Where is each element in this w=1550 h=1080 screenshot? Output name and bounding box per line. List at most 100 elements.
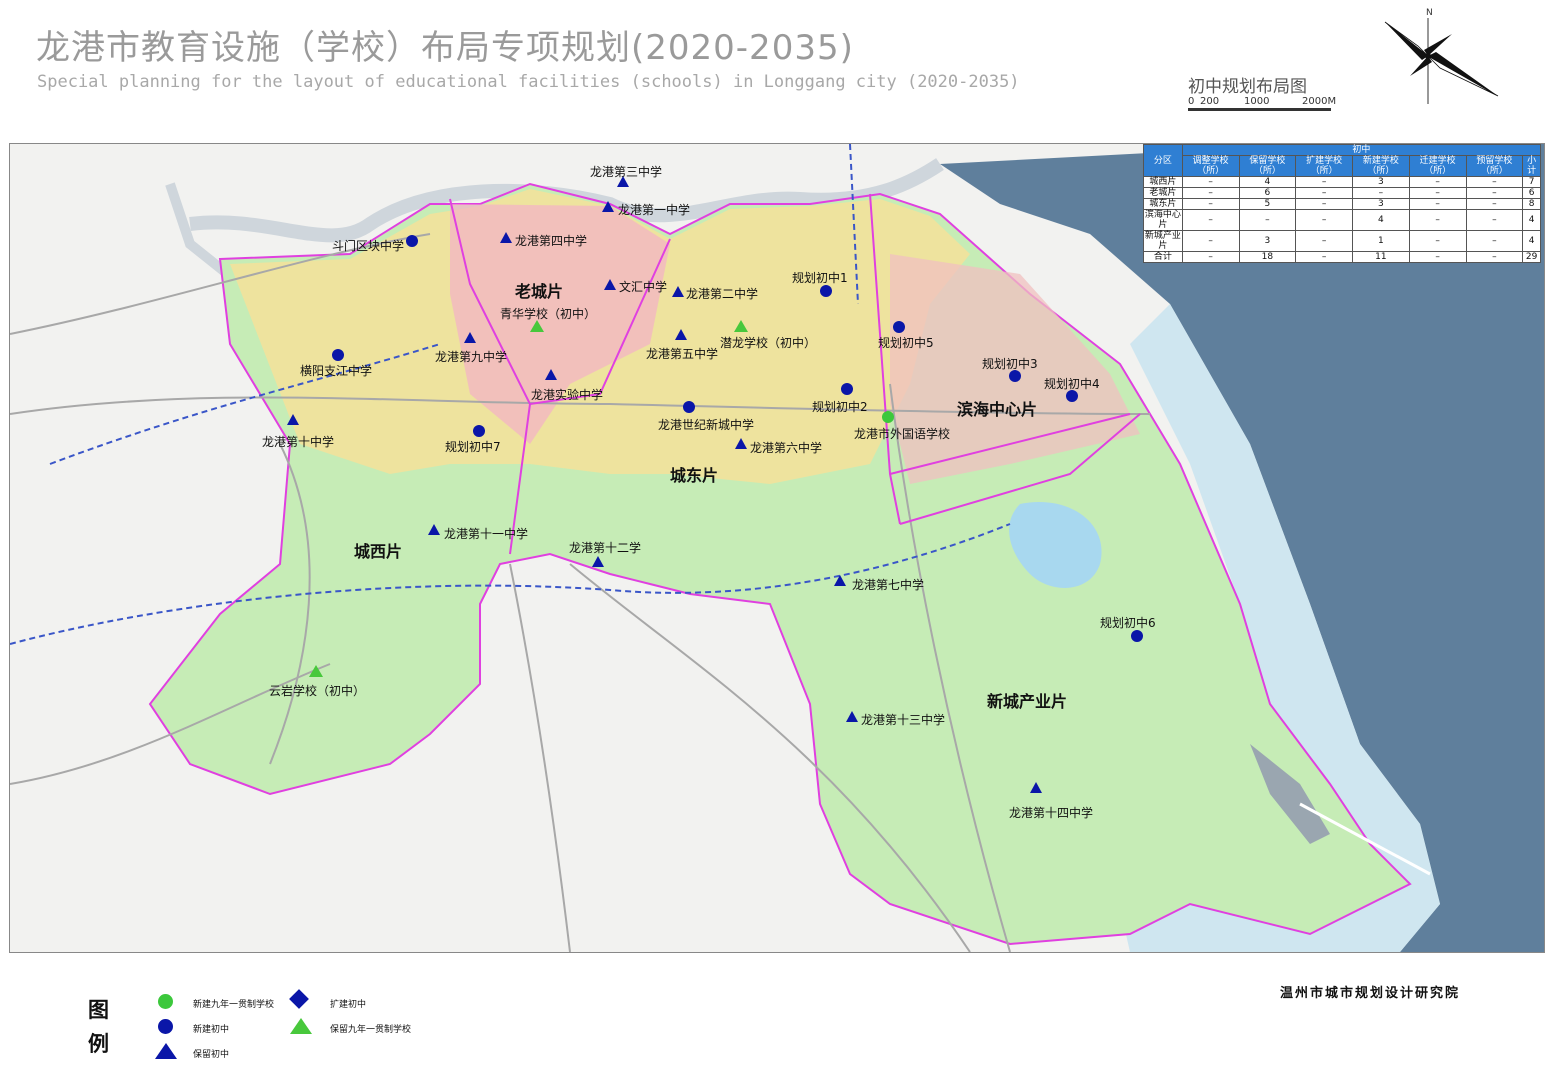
school-label: 规划初中1: [792, 271, 848, 285]
table-row: 老城片 –6– – – –6: [1143, 187, 1541, 199]
legend-label: 新建九年一贯制学校: [193, 1000, 275, 1010]
school-label: 龙港第四中学: [515, 234, 588, 248]
table-cell: –: [1181, 187, 1240, 199]
legend-label: 保留九年一贯制学校: [330, 1025, 412, 1035]
new-junior-marker[interactable]: [473, 425, 485, 437]
keep-junior-marker[interactable]: [604, 279, 616, 290]
school-label: 青华学校（初中）: [500, 307, 597, 321]
district-label: 城东片: [670, 466, 719, 485]
table-cell: 8: [1522, 198, 1541, 210]
new-junior-marker[interactable]: [1131, 630, 1143, 642]
keep-junior-marker[interactable]: [500, 232, 512, 243]
school-label: 龙港世纪新城中学: [658, 418, 755, 432]
table-zone-cell: 老城片: [1143, 187, 1183, 199]
table-cell: –: [1408, 209, 1467, 231]
table-zone-cell: 合计: [1143, 251, 1183, 263]
scale-tick: 0: [1188, 96, 1195, 107]
school-label: 龙港第九中学: [435, 350, 508, 364]
keep-junior-marker[interactable]: [846, 711, 858, 722]
table-cell: –: [1181, 176, 1240, 188]
keep-junior-marker[interactable]: [428, 524, 440, 535]
table-zone-cell: 新城产业片: [1143, 230, 1183, 252]
new-junior-legend-icon: [158, 1019, 173, 1034]
table-cell: 4: [1522, 209, 1541, 231]
school-label: 龙港第十一中学: [444, 527, 529, 541]
legend-label: 扩建初中: [330, 1000, 367, 1010]
table-row: 城东片 –5–3– –8: [1143, 198, 1541, 210]
school-label: 龙港市外国语学校: [854, 427, 951, 441]
school-label: 规划初中4: [1044, 377, 1100, 391]
keep-junior-marker[interactable]: [1030, 782, 1042, 793]
table-row: 合计 –18–11– –29: [1143, 251, 1541, 263]
table-cell: –: [1295, 251, 1353, 263]
table-cell: –: [1181, 209, 1240, 231]
keep-junior-marker[interactable]: [672, 286, 684, 297]
school-label: 规划初中5: [878, 336, 934, 350]
new-junior-marker[interactable]: [841, 383, 853, 395]
map-title: 龙港市教育设施（学校）布局专项规划(2020-2035): [36, 28, 854, 68]
keep-junior-marker[interactable]: [545, 369, 557, 380]
table-zone-cell: 城东片: [1143, 198, 1183, 210]
new-junior-marker[interactable]: [820, 285, 832, 297]
school-label: 龙港第十中学: [262, 435, 335, 449]
table-zone-cell: 城西片: [1143, 176, 1183, 188]
table-column-header: 迁建学校（所）: [1408, 155, 1467, 177]
table-cell: 7: [1522, 176, 1541, 188]
table-cell: –: [1408, 198, 1467, 210]
keep-junior-marker[interactable]: [464, 332, 476, 343]
table-column-header: 调整学校（所）: [1181, 155, 1240, 177]
keep-junior-marker[interactable]: [592, 556, 604, 567]
table-cell: 1: [1352, 230, 1410, 252]
keep-junior-marker[interactable]: [675, 329, 687, 340]
school-label: 龙港第七中学: [852, 578, 925, 592]
school-label: 龙港第六中学: [750, 441, 823, 455]
table-cell: 5: [1238, 198, 1297, 210]
legend-label: 新建初中: [193, 1025, 230, 1035]
school-label: 龙港第十二学: [569, 541, 642, 555]
table-column-header: 保留学校（所）: [1238, 155, 1297, 177]
legend-title: 例: [88, 1032, 109, 1056]
keep-junior-marker[interactable]: [602, 201, 614, 212]
table-cell: –: [1408, 187, 1467, 199]
map-canvas[interactable]: 老城片 城东片 城西片 滨海中心片 新城产业片 龙港第三中学 龙港第一中学 龙港…: [9, 143, 1545, 953]
table-column-header: 扩建学校（所）: [1295, 155, 1353, 177]
school-label: 龙港第一中学: [618, 203, 691, 217]
table-cell: –: [1181, 230, 1240, 252]
table-cell: –: [1295, 230, 1353, 252]
school-label: 文汇中学: [619, 280, 668, 294]
institute-name: 温州市城市规划设计研究院: [1280, 986, 1461, 1001]
keep-nine-year-marker[interactable]: [309, 665, 323, 677]
keep-junior-marker[interactable]: [834, 575, 846, 586]
school-label: 横阳支江中学: [300, 364, 373, 378]
district-label: 新城产业片: [987, 692, 1068, 711]
table-group-header: 初中: [1181, 144, 1542, 156]
table-cell: 3: [1352, 198, 1410, 210]
keep-nine-year-legend-icon: [290, 1018, 312, 1034]
keep-junior-marker[interactable]: [735, 438, 747, 449]
table-cell: –: [1465, 209, 1524, 231]
table-row: 滨海中心片 – – –4– –4: [1143, 209, 1541, 231]
table-cell: 3: [1352, 176, 1410, 188]
keep-junior-marker[interactable]: [287, 414, 299, 425]
table-cell: –: [1181, 198, 1240, 210]
new-junior-marker[interactable]: [332, 349, 344, 361]
table-corner-header: 分区: [1143, 144, 1183, 177]
new-junior-marker[interactable]: [406, 235, 418, 247]
scale-tick: 2000M: [1302, 96, 1337, 107]
school-label: 云岩学校（初中）: [269, 684, 366, 698]
map-type-label: 初中规划布局图: [1188, 77, 1307, 97]
school-label: 龙港实验中学: [531, 388, 604, 402]
table-cell: –: [1295, 209, 1353, 231]
table-cell: –: [1295, 198, 1353, 210]
school-label: 龙港第二中学: [686, 287, 759, 301]
school-label: 规划初中7: [445, 440, 501, 454]
new-junior-marker[interactable]: [683, 401, 695, 413]
map-subtitle: Special planning for the layout of educa…: [37, 72, 1020, 92]
new-junior-marker[interactable]: [893, 321, 905, 333]
table-cell: –: [1465, 187, 1524, 199]
north-label: N: [1426, 8, 1433, 18]
table-cell: –: [1295, 176, 1353, 188]
new-nine-year-marker[interactable]: [882, 411, 894, 423]
table-cell: –: [1465, 198, 1524, 210]
keep-nine-year-marker[interactable]: [734, 320, 748, 332]
